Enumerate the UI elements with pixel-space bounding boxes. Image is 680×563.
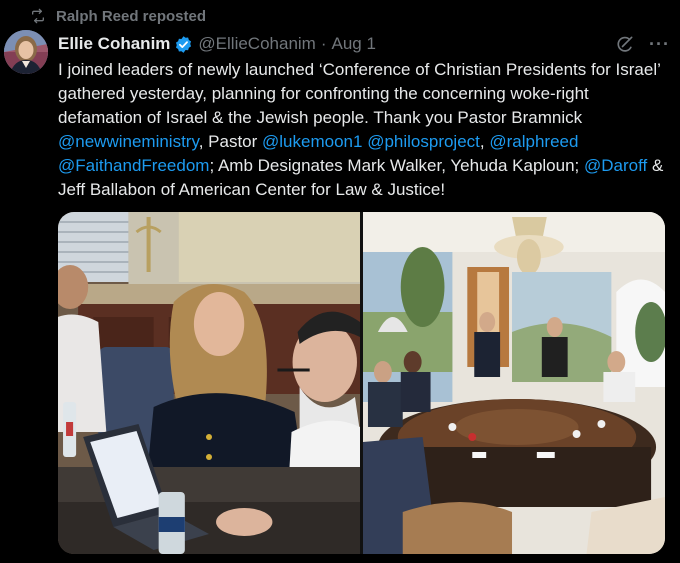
post-text-segment: ,	[479, 132, 490, 151]
post-text: I joined leaders of newly launched ‘Conf…	[58, 58, 670, 202]
grok-icon[interactable]	[615, 34, 635, 54]
photo-right[interactable]	[363, 212, 665, 554]
avatar[interactable]	[4, 30, 48, 74]
post-text-segment: , Pastor	[198, 132, 263, 151]
post-text-segment: I joined leaders of newly launched ‘Conf…	[58, 60, 661, 127]
avatar-image	[4, 30, 48, 74]
mention-link[interactable]: @lukemoon1	[262, 132, 362, 151]
media-grid	[58, 212, 665, 554]
mention-link[interactable]: @philosproject	[367, 132, 480, 151]
author-name[interactable]: Ellie Cohanim	[58, 34, 170, 54]
repost-label: Ralph Reed reposted	[56, 7, 207, 25]
header-actions: ···	[615, 34, 670, 54]
post-date[interactable]: Aug 1	[332, 34, 376, 54]
more-options-icon[interactable]: ···	[649, 35, 670, 53]
meeting-photo-closeup	[58, 212, 360, 554]
verified-badge-icon[interactable]	[174, 35, 193, 54]
post[interactable]: Ralph Reed reposted Ellie Cohanim @Ellie…	[0, 0, 680, 563]
photo-left[interactable]	[58, 212, 360, 554]
post-header: Ellie Cohanim @EllieCohanim · Aug 1 ···	[58, 33, 670, 55]
post-text-segment: ; Amb Designates Mark Walker, Yehuda Kap…	[209, 156, 584, 175]
mention-link[interactable]: @newwineministry	[58, 132, 199, 151]
author-handle[interactable]: @EllieCohanim	[198, 34, 315, 54]
mention-link[interactable]: @FaithandFreedom	[58, 156, 209, 175]
separator-dot: ·	[320, 34, 327, 53]
repost-header[interactable]: Ralph Reed reposted	[30, 6, 206, 26]
mention-link[interactable]: @ralphreed	[489, 132, 578, 151]
repost-icon	[31, 8, 44, 24]
meeting-photo-roundtable	[363, 212, 665, 554]
mention-link[interactable]: @Daroff	[584, 156, 647, 175]
